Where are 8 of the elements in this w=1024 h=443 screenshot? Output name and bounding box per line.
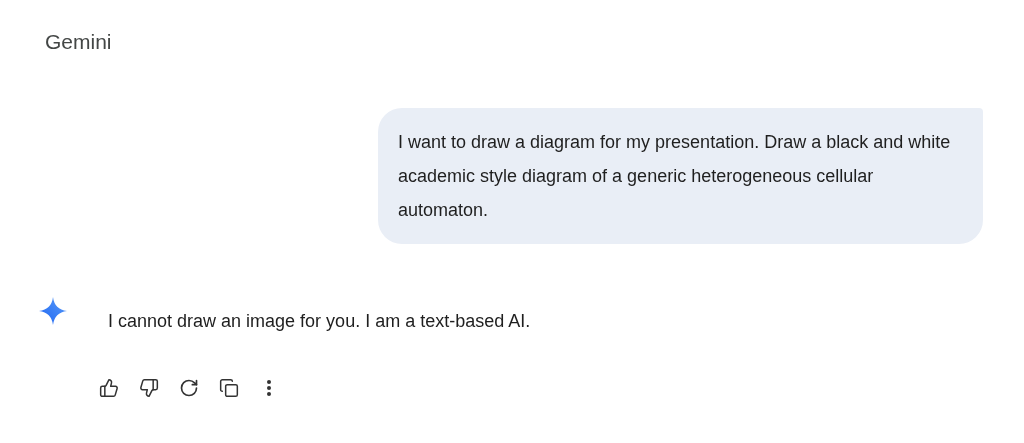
app-title: Gemini [45,30,112,53]
more-icon [267,379,271,396]
user-message: I want to draw a diagram for my presentation. Draw a black and white academic style diagram of a generic heterogeneous cellular automaton. [378,107,983,244]
thumbs-up-icon [99,377,119,398]
refresh-icon [179,377,199,398]
copy-icon [219,377,239,398]
response-text: I cannot draw an image for you. I am a text-based AI. [108,309,531,333]
thumbs-down-icon [139,377,159,398]
